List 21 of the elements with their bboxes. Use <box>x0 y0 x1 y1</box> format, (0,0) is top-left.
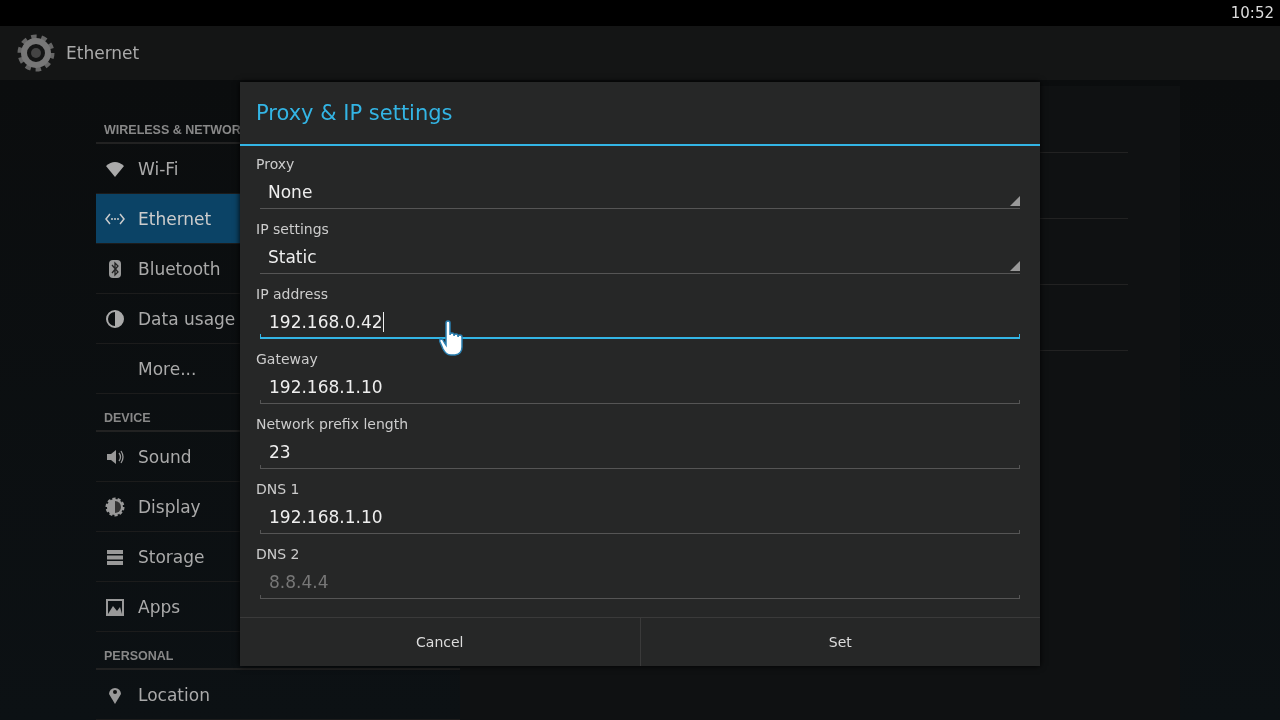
dialog-button[interactable]: Cancel <box>240 618 640 666</box>
apps-icon <box>104 596 126 617</box>
dialog-title: Proxy & IP settings <box>240 82 1040 146</box>
field-label: DNS 2 <box>256 546 301 564</box>
field-label: Gateway <box>256 351 319 369</box>
dropdown-field[interactable]: None <box>260 176 1020 209</box>
field-label: Proxy <box>256 156 296 174</box>
field-label: IP settings <box>256 221 330 239</box>
screen-title: Ethernet <box>66 43 140 63</box>
field-label: DNS 1 <box>256 481 301 499</box>
clock-time: 10:52 <box>1230 4 1274 22</box>
field-label: Network prefix length <box>256 416 410 434</box>
sidebar-item[interactable]: Location <box>96 670 460 720</box>
dropdown-arrow-icon <box>1010 261 1020 271</box>
dropdown-field[interactable]: Static <box>260 241 1020 274</box>
hand-cursor-icon <box>438 320 466 358</box>
display-icon <box>104 496 126 517</box>
field-label: IP address <box>256 286 330 304</box>
dialog-button[interactable]: Set <box>639 618 1040 666</box>
data-icon <box>104 308 126 329</box>
dropdown-arrow-icon <box>1010 196 1020 206</box>
